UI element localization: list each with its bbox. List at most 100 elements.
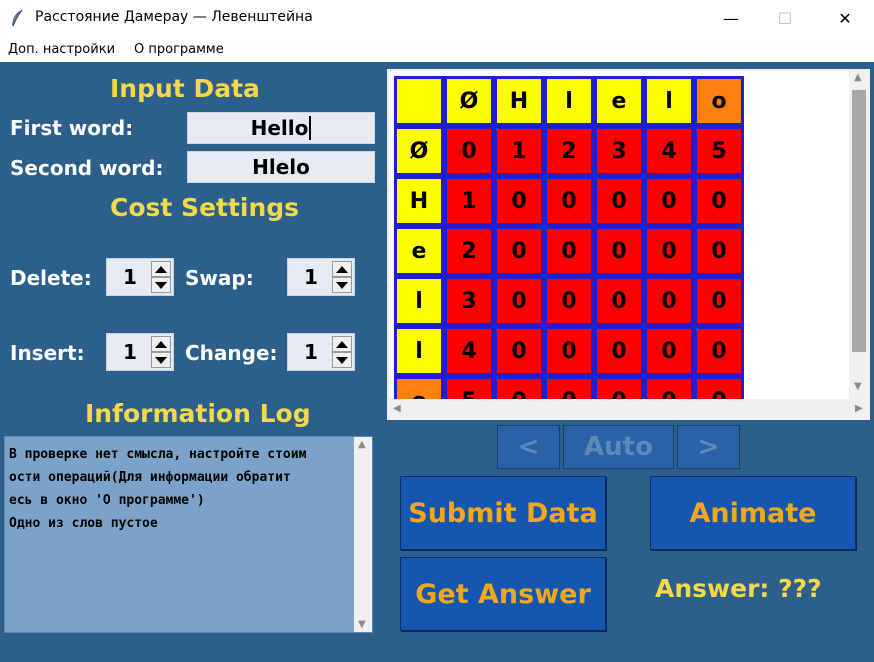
- matrix-panel: ØHleloØ012345H100000e200000l300000l40000…: [387, 69, 870, 420]
- matrix-vertical-scrollbar[interactable]: ▲ ▼: [849, 69, 868, 399]
- matrix-cell: 1: [444, 176, 494, 226]
- matrix-cell: 0: [694, 326, 744, 376]
- log-scrollbar[interactable]: ▲ ▼: [354, 437, 372, 632]
- matrix-cell: 0: [644, 326, 694, 376]
- matrix-header-cell: l: [544, 76, 594, 126]
- animate-button[interactable]: Animate: [650, 476, 856, 550]
- title-bar: Расстояние Дамерау — Левенштейна — ☐ ✕: [0, 0, 874, 36]
- information-log[interactable]: В проверке нет смысла, настройте стоим о…: [4, 436, 373, 633]
- matrix-cell: 0: [694, 376, 744, 399]
- menu-extra-settings[interactable]: Доп. настройки: [8, 42, 115, 57]
- matrix-cell: 5: [444, 376, 494, 399]
- minimize-button[interactable]: —: [708, 0, 754, 36]
- input-data-heading: Input Data: [110, 74, 260, 103]
- swap-decrement-button[interactable]: [332, 277, 352, 293]
- scroll-up-icon[interactable]: ▲: [854, 72, 862, 83]
- matrix-canvas[interactable]: ØHleloØ012345H100000e200000l300000l40000…: [389, 71, 849, 399]
- delete-value: 1: [123, 265, 137, 289]
- matrix-header-cell: l: [394, 326, 444, 376]
- matrix-cell: 0: [694, 226, 744, 276]
- swap-spinbox[interactable]: 1: [287, 258, 355, 296]
- delete-spinbox[interactable]: 1: [106, 258, 174, 296]
- insert-decrement-button[interactable]: [151, 352, 171, 368]
- text-caret: [309, 116, 312, 140]
- matrix-cell: 0: [644, 226, 694, 276]
- change-spinbox[interactable]: 1: [287, 333, 355, 371]
- matrix-cell: 0: [694, 176, 744, 226]
- scroll-down-icon[interactable]: ▼: [358, 619, 366, 630]
- swap-value: 1: [304, 265, 318, 289]
- swap-label: Swap:: [185, 266, 254, 290]
- submit-data-button[interactable]: Submit Data: [400, 476, 606, 550]
- matrix-header-cell: o: [694, 76, 744, 126]
- scroll-up-icon[interactable]: ▲: [358, 439, 366, 450]
- arrow-down-icon: [155, 356, 167, 364]
- scroll-down-icon[interactable]: ▼: [854, 381, 862, 392]
- matrix-header-cell: o: [394, 376, 444, 399]
- matrix-cell: 0: [444, 126, 494, 176]
- arrow-up-icon: [155, 340, 167, 348]
- matrix-cell: 2: [544, 126, 594, 176]
- maximize-button[interactable]: ☐: [762, 0, 808, 36]
- matrix-cell: 0: [544, 376, 594, 399]
- matrix-cell: 0: [694, 276, 744, 326]
- arrow-down-icon: [336, 356, 348, 364]
- insert-increment-button[interactable]: [151, 336, 171, 352]
- scroll-left-icon[interactable]: ◀: [393, 403, 401, 414]
- matrix-header-cell: [394, 76, 444, 126]
- matrix-header-cell: e: [594, 76, 644, 126]
- matrix-cell: 0: [544, 176, 594, 226]
- scroll-right-icon[interactable]: ▶: [855, 403, 863, 414]
- change-spin-arrows: [332, 336, 352, 368]
- auto-button[interactable]: Auto: [563, 425, 674, 469]
- matrix-cell: 0: [494, 226, 544, 276]
- change-label: Change:: [185, 341, 278, 365]
- matrix-cell: 4: [444, 326, 494, 376]
- scroll-thumb[interactable]: [852, 90, 866, 352]
- insert-value: 1: [123, 340, 137, 364]
- matrix-cell: 0: [494, 276, 544, 326]
- matrix-cell: 0: [544, 276, 594, 326]
- delete-decrement-button[interactable]: [151, 277, 171, 293]
- matrix-cell: 1: [494, 126, 544, 176]
- matrix-cell: 3: [594, 126, 644, 176]
- app-area: Input Data First word: Hello Second word…: [0, 62, 874, 662]
- first-word-input[interactable]: Hello: [187, 112, 375, 144]
- change-decrement-button[interactable]: [332, 352, 352, 368]
- delete-spin-arrows: [151, 261, 171, 293]
- matrix-header-cell: Ø: [444, 76, 494, 126]
- delete-increment-button[interactable]: [151, 261, 171, 277]
- matrix-header-cell: Ø: [394, 126, 444, 176]
- next-step-button[interactable]: >: [677, 425, 740, 469]
- second-word-input[interactable]: Hlelo: [187, 151, 375, 183]
- insert-spinbox[interactable]: 1: [106, 333, 174, 371]
- window-title: Расстояние Дамерау — Левенштейна: [35, 9, 313, 25]
- answer-text: Answer: ???: [655, 574, 822, 603]
- menu-bar: Доп. настройки О программе: [0, 36, 874, 62]
- matrix-horizontal-scrollbar[interactable]: ◀ ▶: [387, 400, 870, 419]
- matrix-cell: 2: [444, 226, 494, 276]
- arrow-up-icon: [336, 340, 348, 348]
- matrix-cell: 0: [644, 376, 694, 399]
- log-text: В проверке нет смысла, настройте стоим о…: [9, 447, 307, 531]
- second-word-value: Hlelo: [252, 155, 310, 179]
- first-word-label: First word:: [10, 116, 134, 140]
- matrix-cell: 0: [494, 376, 544, 399]
- information-log-heading: Information Log: [85, 399, 311, 428]
- first-word-value: Hello: [250, 116, 309, 140]
- matrix-cell: 0: [594, 226, 644, 276]
- matrix-cell: 0: [594, 376, 644, 399]
- arrow-down-icon: [155, 281, 167, 289]
- swap-increment-button[interactable]: [332, 261, 352, 277]
- get-answer-button[interactable]: Get Answer: [400, 557, 606, 631]
- matrix-header-cell: H: [394, 176, 444, 226]
- matrix-header-cell: l: [644, 76, 694, 126]
- insert-spin-arrows: [151, 336, 171, 368]
- insert-label: Insert:: [10, 341, 85, 365]
- menu-about[interactable]: О программе: [134, 42, 224, 57]
- change-increment-button[interactable]: [332, 336, 352, 352]
- previous-step-button[interactable]: <: [497, 425, 560, 469]
- arrow-up-icon: [336, 265, 348, 273]
- close-button[interactable]: ✕: [822, 0, 868, 36]
- matrix-cell: 0: [644, 276, 694, 326]
